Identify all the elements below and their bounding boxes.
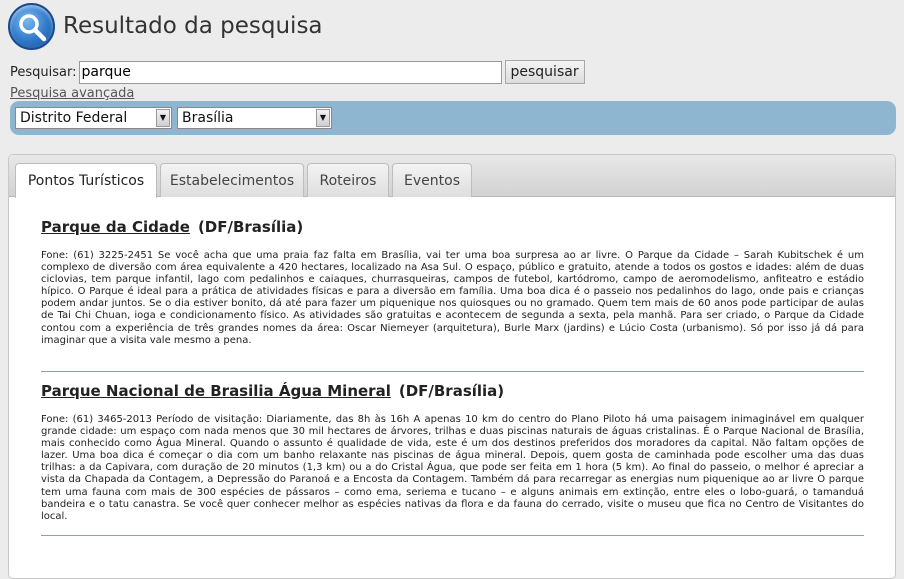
page-title: Resultado da pesquisa bbox=[63, 13, 323, 39]
tab-eventos[interactable]: Eventos bbox=[392, 163, 472, 197]
search-label: Pesquisar: bbox=[10, 64, 77, 80]
state-select[interactable]: Distrito Federal ▼ bbox=[15, 107, 172, 129]
city-select[interactable]: Brasília ▼ bbox=[177, 107, 332, 129]
result-heading: Parque Nacional de Brasilia Água Mineral… bbox=[41, 382, 864, 400]
search-button[interactable]: pesquisar bbox=[504, 60, 585, 84]
results-list: Parque da Cidade (DF/Brasília) Fone: (61)… bbox=[9, 197, 895, 536]
result-title-link[interactable]: Parque da Cidade bbox=[41, 218, 190, 236]
result-location: (DF/Brasília) bbox=[197, 218, 304, 236]
page-header: Resultado da pesquisa bbox=[8, 2, 323, 50]
advanced-search-link[interactable]: Pesquisa avançada bbox=[10, 86, 134, 101]
dropdown-arrow-icon: ▼ bbox=[156, 109, 170, 127]
filter-bar: Distrito Federal ▼ Brasília ▼ bbox=[10, 101, 896, 135]
search-form: Pesquisar: pesquisar bbox=[10, 60, 585, 84]
results-panel: Pontos Turísticos Estabelecimentos Rotei… bbox=[8, 154, 896, 579]
city-select-value: Brasília bbox=[182, 110, 234, 126]
search-input[interactable] bbox=[78, 60, 502, 84]
tab-pontos-turisticos[interactable]: Pontos Turísticos bbox=[15, 163, 157, 198]
tab-roteiros[interactable]: Roteiros bbox=[307, 163, 389, 197]
state-select-value: Distrito Federal bbox=[20, 110, 128, 126]
result-item: Parque da Cidade (DF/Brasília) Fone: (61)… bbox=[41, 197, 864, 372]
result-title-link[interactable]: Parque Nacional de Brasilia Água Mineral bbox=[41, 382, 391, 400]
tab-bar: Pontos Turísticos Estabelecimentos Rotei… bbox=[9, 155, 895, 198]
result-description: Fone: (61) 3225-2451 Se você acha que um… bbox=[41, 250, 864, 346]
magnifier-icon bbox=[8, 2, 55, 50]
dropdown-arrow-icon: ▼ bbox=[316, 109, 330, 127]
result-location: (DF/Brasília) bbox=[398, 382, 505, 400]
tab-estabelecimentos[interactable]: Estabelecimentos bbox=[160, 163, 304, 197]
result-heading: Parque da Cidade (DF/Brasília) bbox=[41, 218, 864, 236]
result-item: Parque Nacional de Brasilia Água Mineral… bbox=[41, 372, 864, 536]
result-description: Fone: (61) 3465-2013 Período de visitaçã… bbox=[41, 414, 864, 522]
